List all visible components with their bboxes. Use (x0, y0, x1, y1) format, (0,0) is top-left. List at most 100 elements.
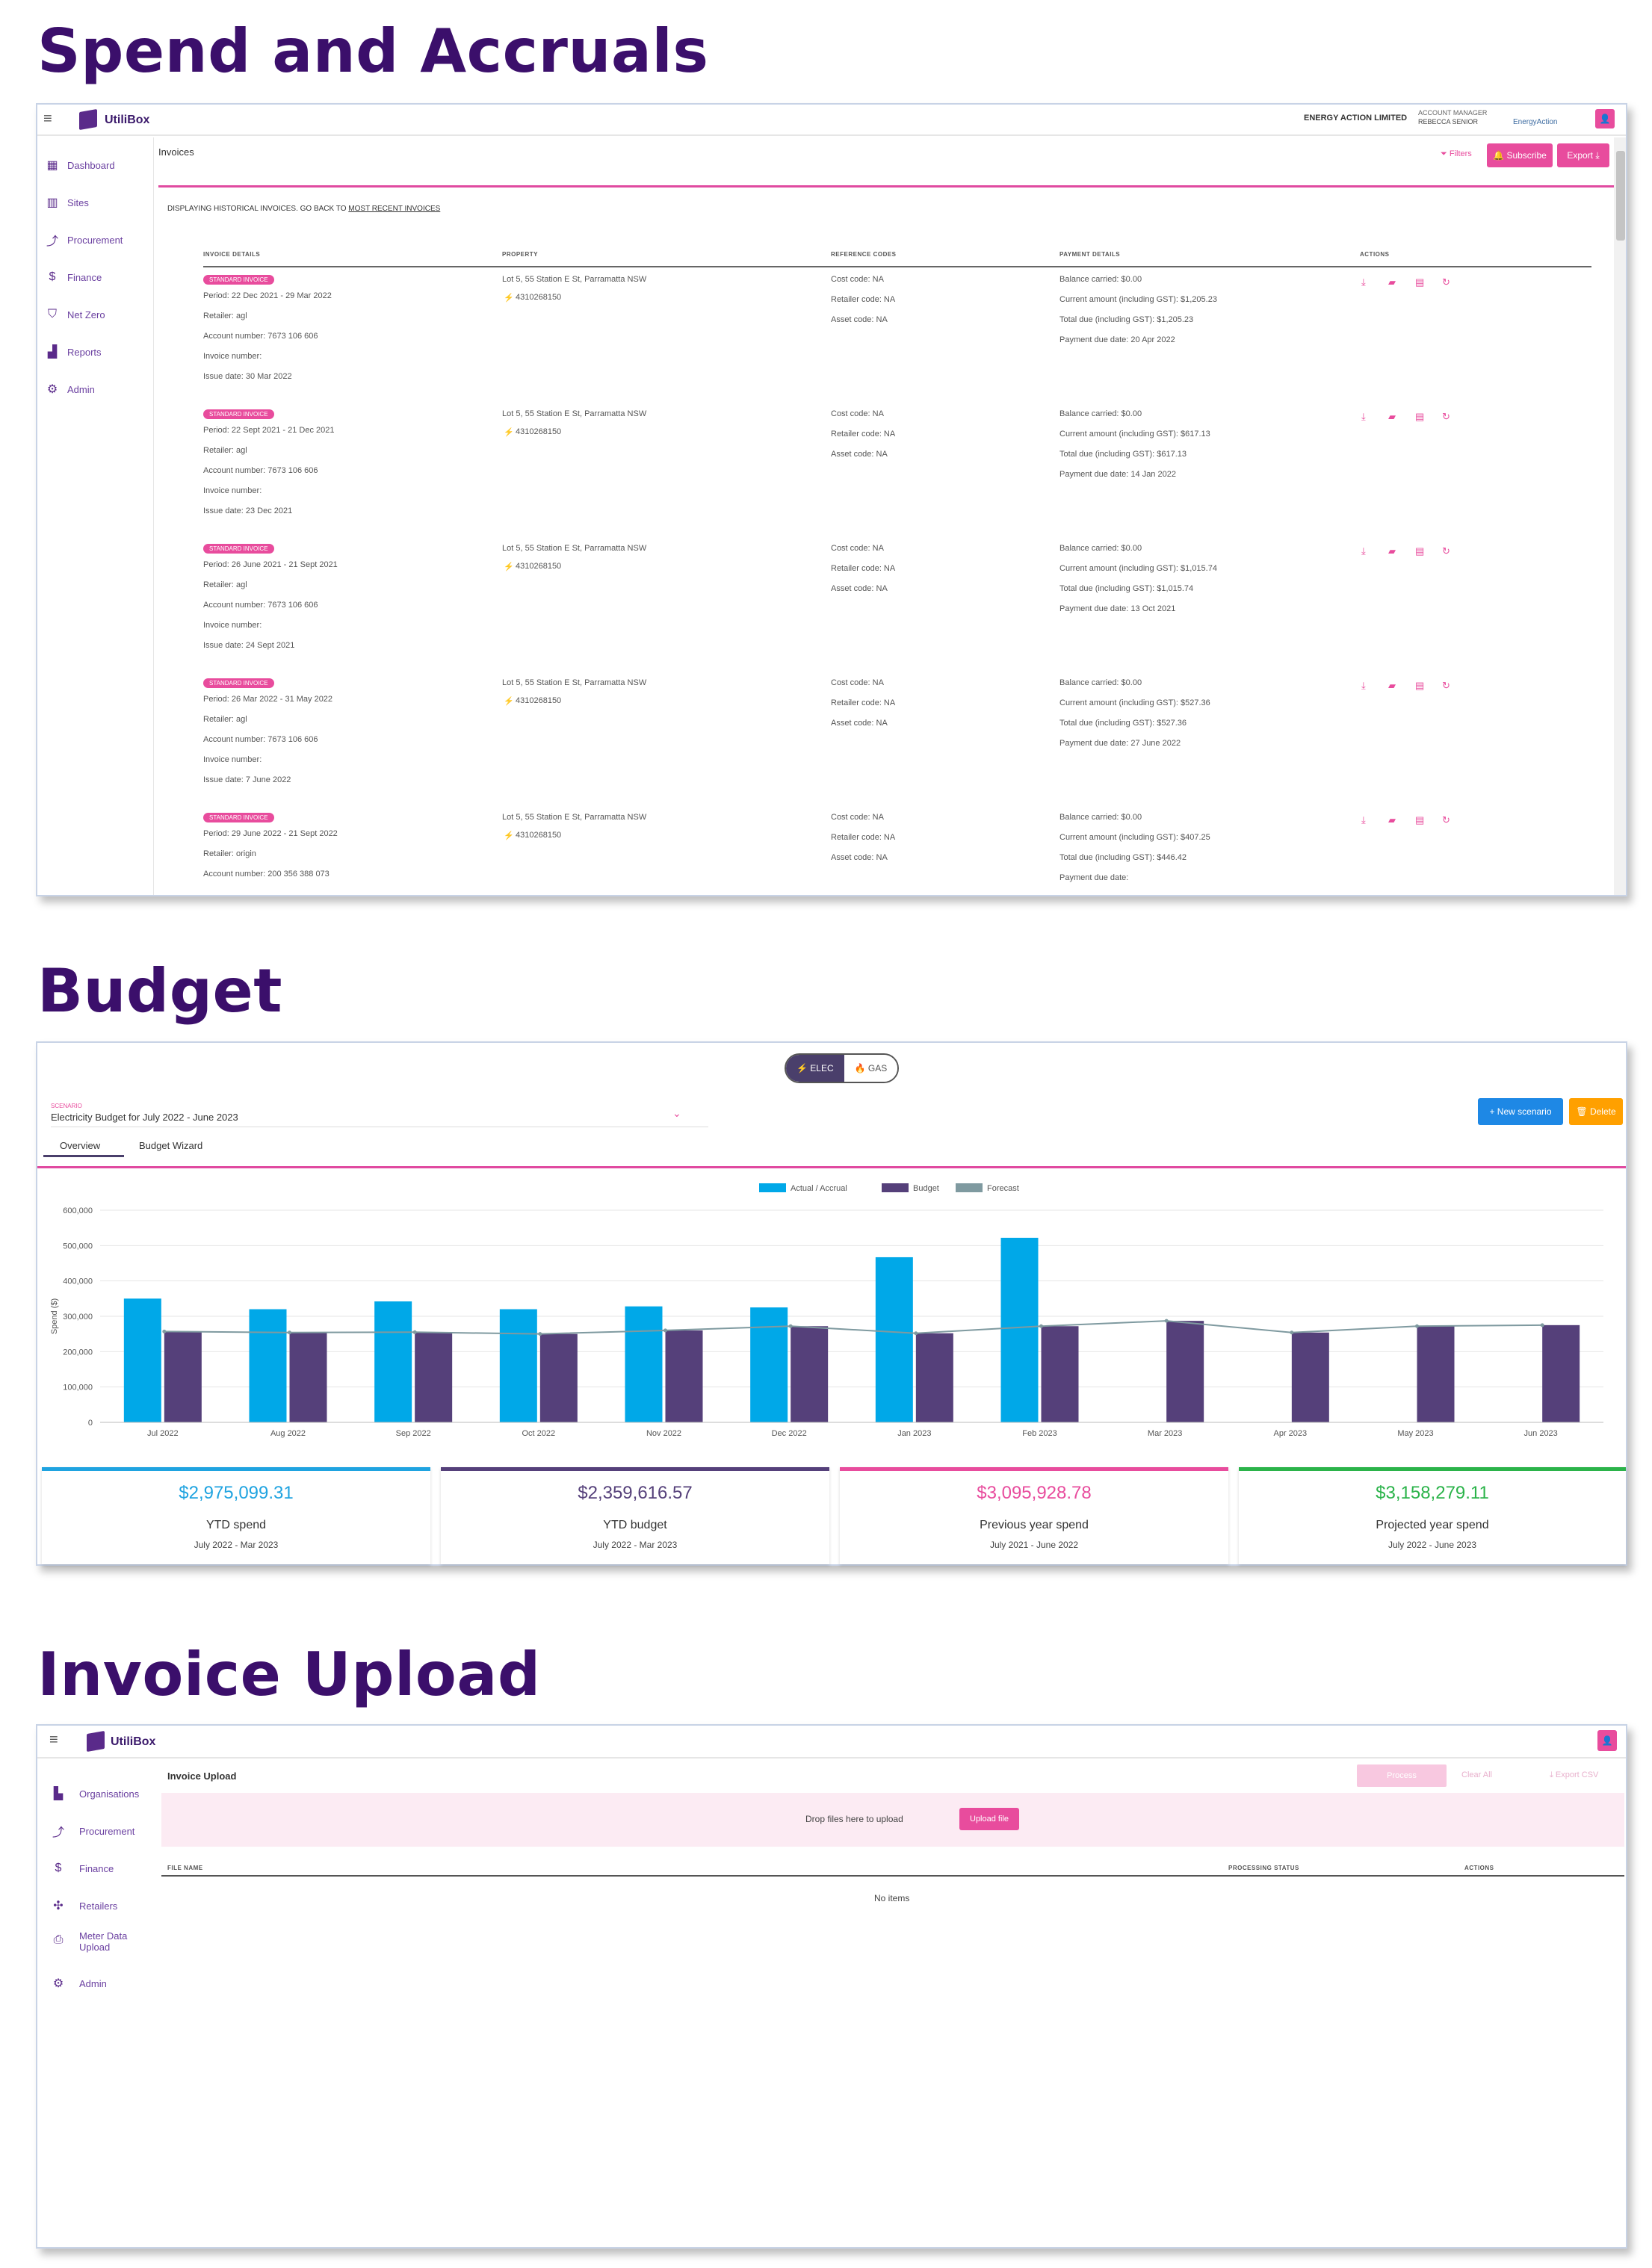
legend-label: Forecast (987, 1184, 1019, 1193)
filters-button[interactable]: ⏷ Filters (1441, 149, 1472, 159)
sidebar-item-retailers[interactable]: ✣ Retailers (37, 1894, 117, 1917)
refresh-icon[interactable]: ↻ (1442, 411, 1450, 423)
sidebar-item-organisations[interactable]: ▙ Organisations (37, 1782, 139, 1805)
upload-file-button[interactable]: Upload file (959, 1808, 1019, 1830)
bar-budget (1166, 1321, 1204, 1422)
asset-code: Asset code: NA (831, 450, 888, 459)
user-avatar-button[interactable]: 👤 (1597, 1730, 1617, 1751)
budget-panel: ⚡ ELEC 🔥 GAS SCENARIO Electricity Budget… (36, 1041, 1627, 1566)
col-processing-status: PROCESSING STATUS (1228, 1865, 1299, 1871)
file-icon[interactable]: ▰ (1388, 545, 1396, 557)
user-avatar-button[interactable]: 👤 (1595, 109, 1615, 128)
export-button[interactable]: Export ⤓ (1557, 143, 1609, 167)
payment-due: Payment due date: (1059, 873, 1129, 882)
kpi-label: YTD spend (205, 1519, 267, 1531)
document-icon[interactable]: ▤ (1415, 276, 1424, 288)
menu-icon[interactable]: ≡ (43, 111, 52, 128)
document-icon[interactable]: ▤ (1415, 814, 1424, 826)
forecast-line (164, 1320, 1543, 1335)
dollar-icon: $ (55, 1862, 62, 1874)
download-icon[interactable]: ⤓ (1361, 680, 1366, 692)
x-tick-label: Jun 2023 (1524, 1429, 1558, 1438)
document-icon[interactable]: ▤ (1415, 545, 1424, 557)
sidebar-item-meter-data-upload[interactable]: ⎙ Meter Data Upload (37, 1929, 128, 1962)
cost-code: Cost code: NA (831, 678, 884, 687)
download-icon[interactable]: ⤓ (1361, 276, 1366, 288)
property-nmi: 4310268150 (516, 696, 562, 705)
fuel-toggle[interactable]: ⚡ ELEC 🔥 GAS (785, 1053, 900, 1083)
bar-budget (1542, 1324, 1580, 1422)
refresh-icon[interactable]: ↻ (1442, 680, 1450, 692)
sidebar-item-reports[interactable]: ▟ Reports (37, 341, 102, 363)
download-icon[interactable]: ⤓ (1361, 814, 1366, 826)
refresh-icon[interactable]: ↻ (1442, 276, 1450, 288)
invoice-account: Account number: 7673 106 606 (203, 466, 318, 475)
invoice-retailer: Retailer: agl (203, 446, 247, 455)
x-tick-label: Nov 2022 (646, 1429, 681, 1438)
bar-budget (791, 1326, 829, 1422)
sidebar-item-net-zero[interactable]: ⛉ Net Zero (37, 303, 105, 326)
sidebar-item-dashboard[interactable]: ▦ Dashboard (37, 154, 114, 176)
app-name: UtiliBox (105, 114, 150, 126)
new-scenario-button[interactable]: + New scenario (1478, 1098, 1563, 1125)
refresh-icon[interactable]: ↻ (1442, 545, 1450, 557)
most-recent-invoices-link[interactable]: MOST RECENT INVOICES (348, 205, 440, 213)
sidebar-item-procurement[interactable]: ⤴ Procurement (37, 229, 123, 251)
y-tick-label: 500,000 (63, 1242, 93, 1251)
kpi-projected-year: $3,158,279.11 Projected year spend July … (1239, 1467, 1626, 1564)
filter-icon: ⏷ (1441, 149, 1450, 158)
refresh-icon[interactable]: ↻ (1442, 814, 1450, 826)
company-name: ENERGY ACTION LIMITED (1304, 114, 1408, 123)
sidebar-item-procurement[interactable]: ⤴ Procurement (37, 1820, 134, 1842)
export-csv-button[interactable]: ⤓ Export CSV (1550, 1770, 1598, 1780)
sidebar-label: Admin (67, 383, 95, 395)
forecast-point (1540, 1323, 1544, 1327)
file-icon[interactable]: ▰ (1388, 680, 1396, 692)
clear-all-button[interactable]: Clear All (1461, 1770, 1492, 1779)
sidebar-item-sites[interactable]: ▥ Sites (37, 191, 88, 214)
scenario-label: SCENARIO (51, 1103, 82, 1109)
file-icon[interactable]: ▰ (1388, 276, 1396, 288)
delete-button[interactable]: 🗑 Delete (1569, 1098, 1623, 1125)
scrollbar-thumb[interactable] (1616, 151, 1625, 241)
download-icon[interactable]: ⤓ (1361, 545, 1366, 557)
subscribe-button[interactable]: 🔔 Subscribe (1487, 143, 1553, 167)
chevron-down-icon[interactable]: ⌄ (672, 1107, 681, 1120)
procurement-icon: ⤴ (46, 235, 58, 248)
toggle-elec[interactable]: ⚡ ELEC (786, 1055, 844, 1082)
file-icon[interactable]: ▰ (1388, 411, 1396, 423)
sidebar-label: Retailers (79, 1900, 118, 1912)
document-icon[interactable]: ▤ (1415, 411, 1424, 423)
historical-notice: DISPLAYING HISTORICAL INVOICES. GO BACK … (167, 205, 440, 213)
sidebar-item-admin[interactable]: ⚙ Admin (37, 378, 95, 400)
process-button[interactable]: Process (1357, 1764, 1447, 1787)
invoice-account: Account number: 7673 106 606 (203, 332, 318, 341)
menu-icon[interactable]: ≡ (49, 1732, 58, 1749)
download-icon: ⤓ (1550, 1770, 1556, 1779)
payment-current: Current amount (including GST): $527.36 (1059, 698, 1210, 707)
sidebar-item-admin[interactable]: ⚙ Admin (37, 1972, 107, 1995)
cost-code: Cost code: NA (831, 275, 884, 284)
scenario-select[interactable]: Electricity Budget for July 2022 - June … (51, 1112, 238, 1123)
bar-budget (665, 1330, 703, 1422)
payment-total: Total due (including GST): $617.13 (1059, 450, 1187, 459)
kpi-value: $3,158,279.11 (1376, 1483, 1489, 1503)
legend-swatch (882, 1183, 909, 1192)
payment-balance: Balance carried: $0.00 (1059, 544, 1142, 553)
scrollbar[interactable] (1614, 137, 1626, 895)
sidebar-item-finance[interactable]: $ Finance (37, 1857, 114, 1880)
document-icon[interactable]: ▤ (1415, 680, 1424, 692)
toggle-gas[interactable]: 🔥 GAS (844, 1055, 898, 1082)
tab-budget-wizard[interactable]: Budget Wizard (139, 1140, 202, 1151)
tab-overview[interactable]: Overview (60, 1140, 100, 1151)
kpi-ytd-budget: $2,359,616.57 YTD budget July 2022 - Mar… (441, 1467, 829, 1564)
x-tick-label: Jan 2023 (897, 1429, 931, 1438)
bar-actual (875, 1257, 913, 1422)
bar-actual (249, 1309, 287, 1422)
bar-actual (499, 1309, 537, 1422)
payment-due: Payment due date: 27 June 2022 (1059, 739, 1181, 748)
file-icon[interactable]: ▰ (1388, 814, 1396, 826)
drop-zone[interactable]: Drop files here to upload Upload file (161, 1793, 1624, 1847)
download-icon[interactable]: ⤓ (1361, 411, 1366, 423)
sidebar-item-finance[interactable]: $ Finance (37, 266, 102, 288)
